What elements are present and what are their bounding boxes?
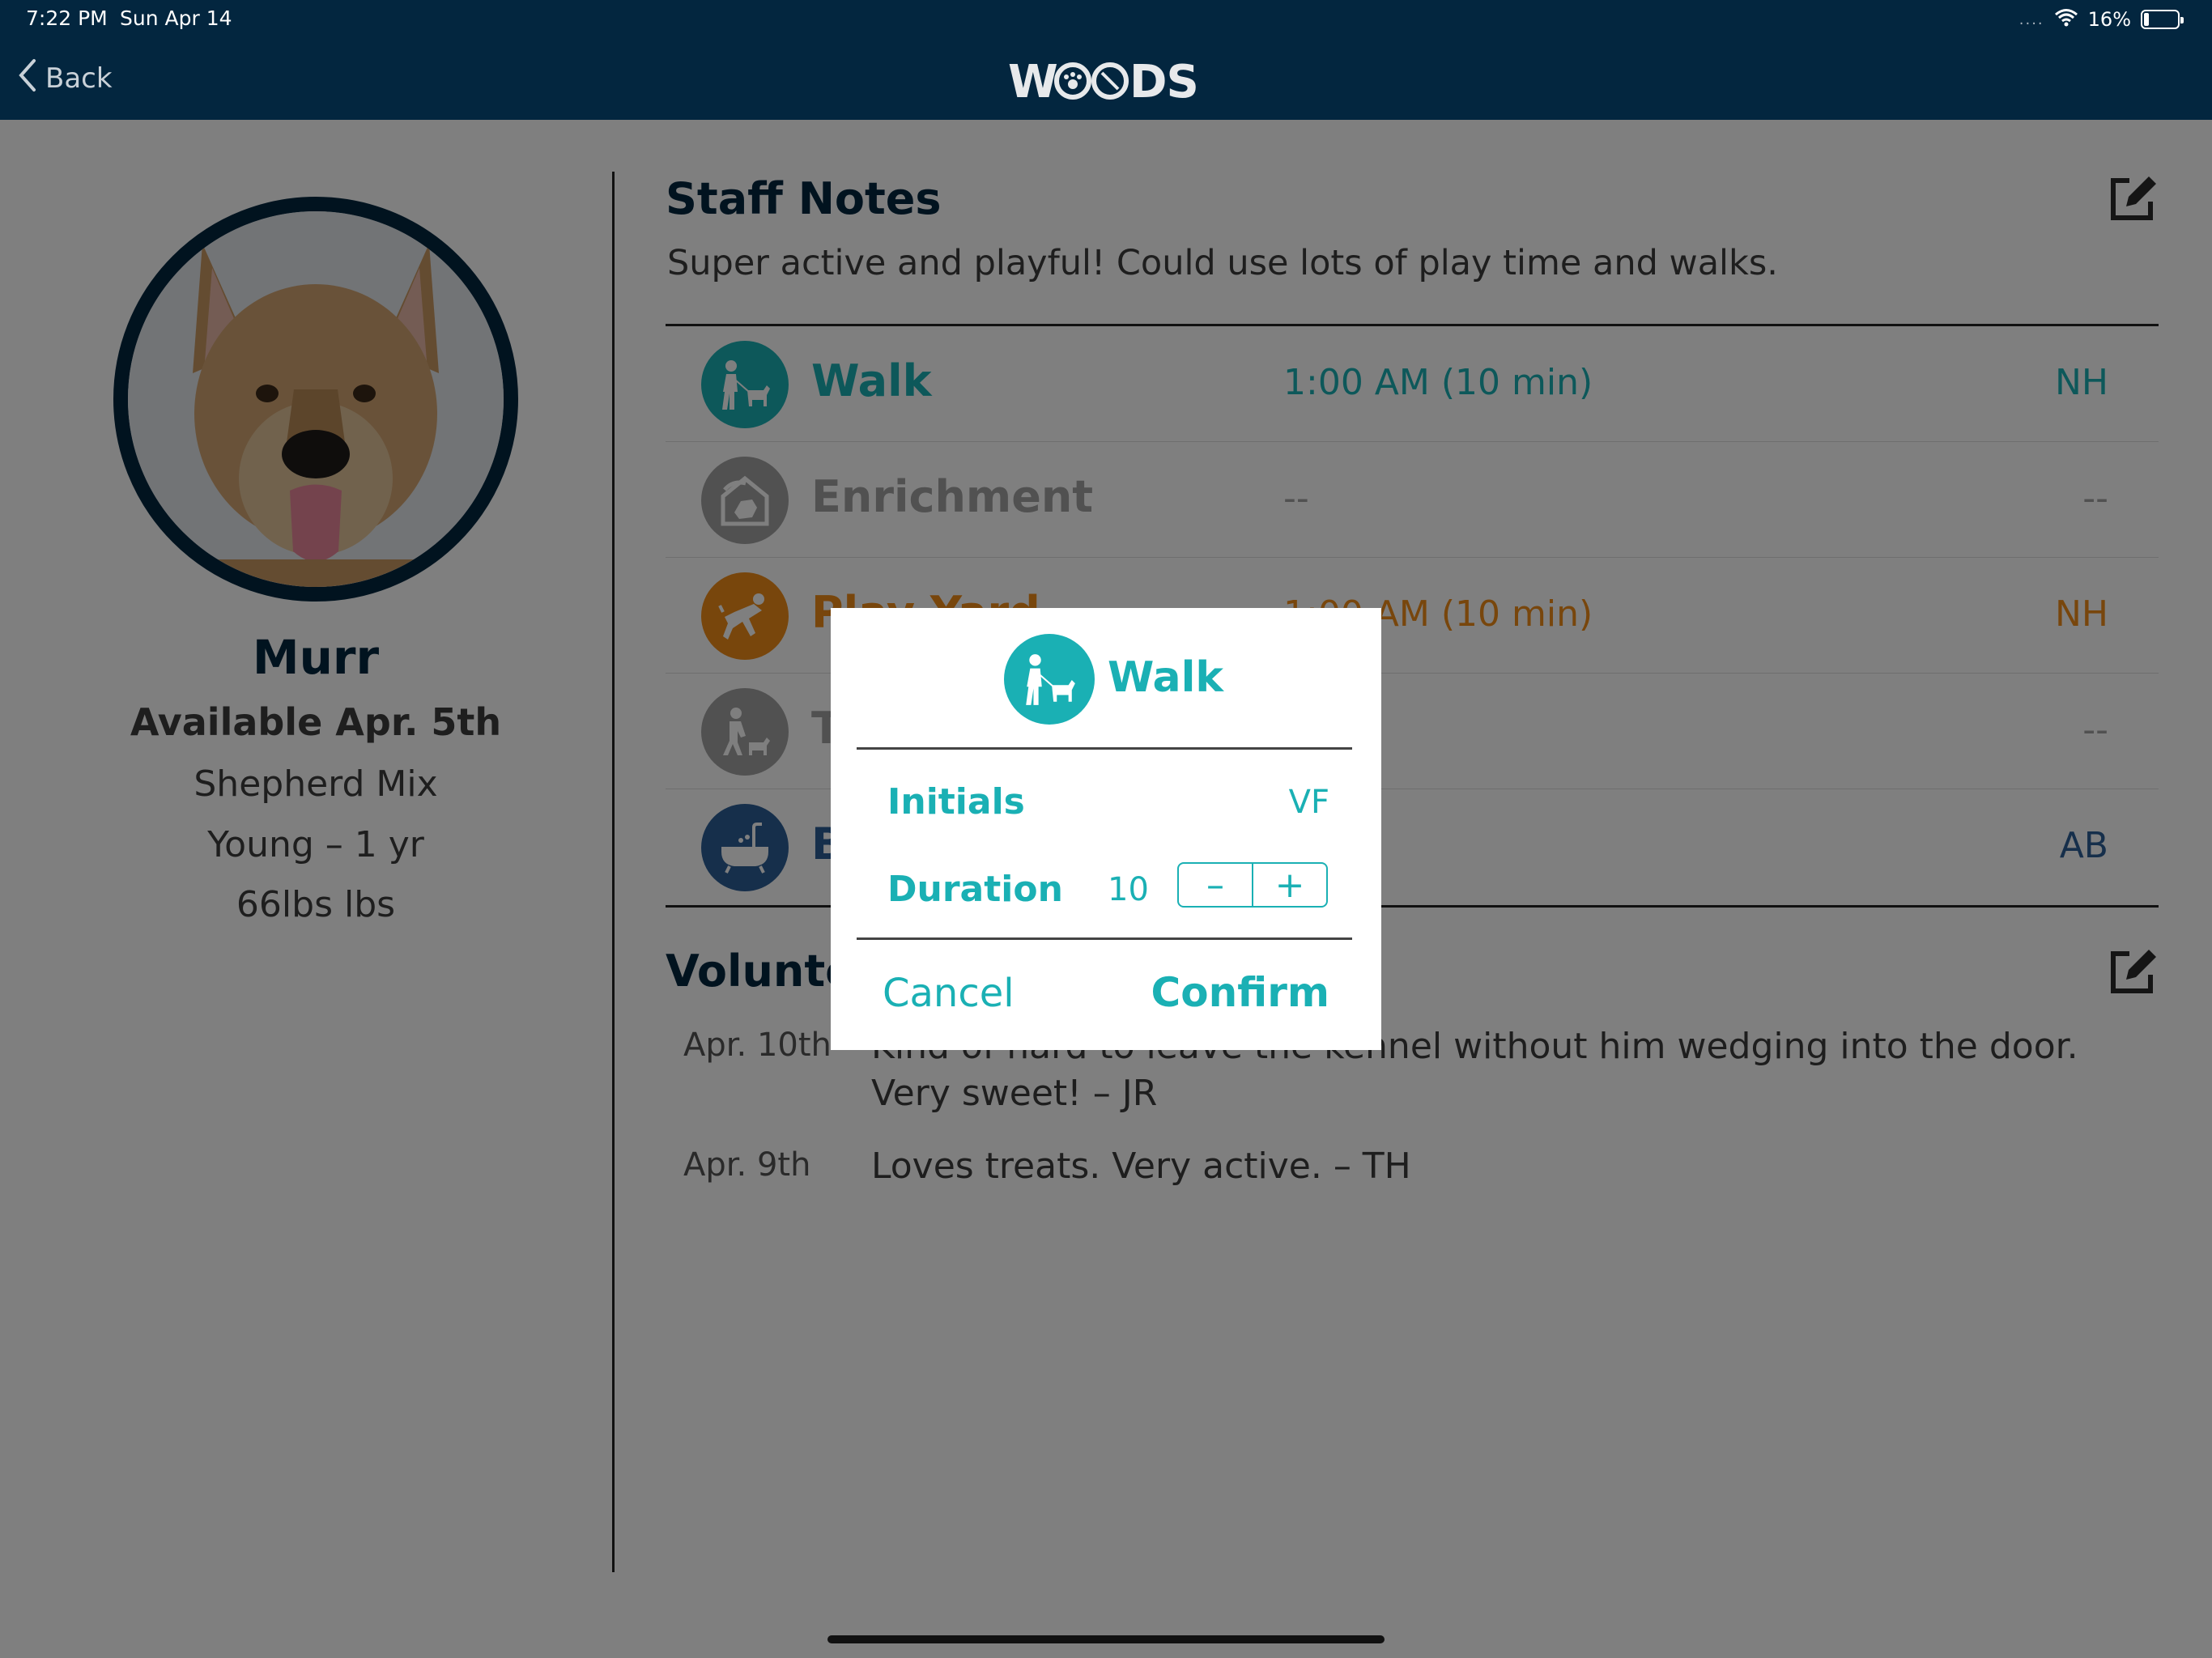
dialog-divider xyxy=(857,747,1352,750)
back-button[interactable]: Back xyxy=(18,57,113,100)
cancel-button[interactable]: Cancel xyxy=(883,971,1015,1016)
home-indicator[interactable] xyxy=(827,1635,1385,1643)
increment-button[interactable]: + xyxy=(1253,864,1326,906)
battery-level xyxy=(2144,13,2149,26)
battery-icon xyxy=(2141,10,2184,29)
battery-percent: 16% xyxy=(2087,8,2131,31)
dialog-divider xyxy=(857,937,1352,940)
activity-log-dialog: Walk Initials VF Duration 10 – + Cancel … xyxy=(831,608,1381,1050)
confirm-button[interactable]: Confirm xyxy=(1151,969,1329,1016)
woods-logo: W DS xyxy=(1004,53,1214,105)
status-time: 7:22 PM xyxy=(26,6,108,30)
initials-label: Initials xyxy=(887,781,1025,823)
duration-stepper: – + xyxy=(1177,862,1328,908)
duration-label: Duration xyxy=(887,869,1063,910)
wifi-icon xyxy=(2054,7,2078,32)
walk-icon xyxy=(1004,634,1095,725)
app-root: 7:22 PM Sun Apr 14 .... 16% Back W DS Wa… xyxy=(0,0,2212,1658)
svg-text:W: W xyxy=(1008,56,1057,104)
initials-field[interactable]: VF xyxy=(1289,784,1329,821)
svg-text:DS: DS xyxy=(1129,56,1198,104)
status-indicators: .... 16% xyxy=(2018,5,2184,34)
status-date: Sun Apr 14 xyxy=(120,6,232,30)
signal-icon: .... xyxy=(2018,11,2044,28)
back-label: Back xyxy=(45,62,113,95)
duration-value: 10 xyxy=(1108,871,1149,908)
dialog-title: Walk xyxy=(1108,653,1223,702)
chevron-left-icon xyxy=(18,58,37,100)
navigation-bar: 7:22 PM Sun Apr 14 .... 16% Back W DS xyxy=(0,0,2212,120)
decrement-button[interactable]: – xyxy=(1179,864,1253,906)
